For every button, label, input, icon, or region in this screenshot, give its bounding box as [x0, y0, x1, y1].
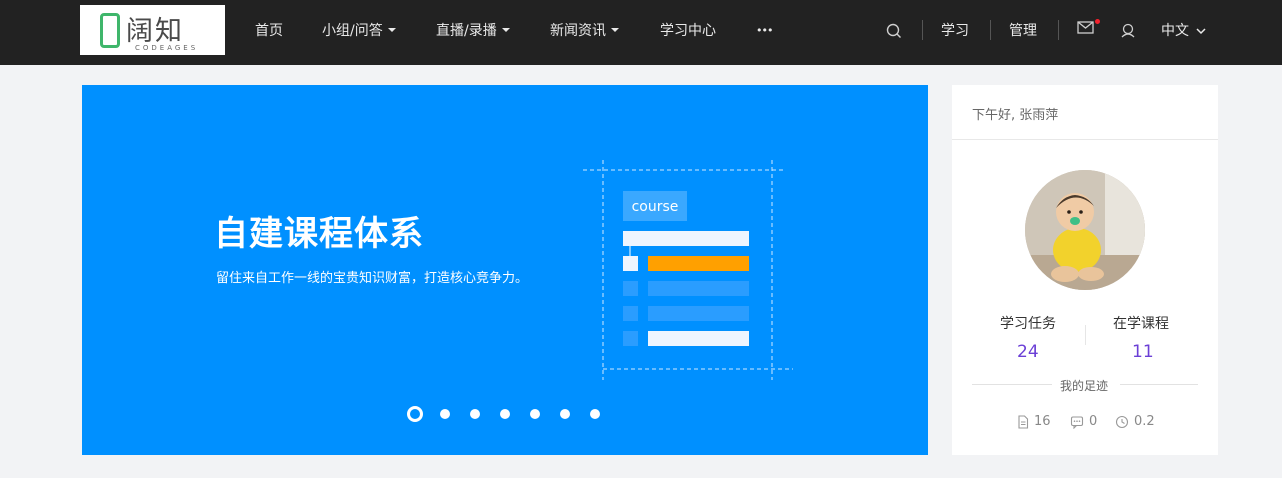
- carousel-dot-6[interactable]: [560, 409, 570, 419]
- site-logo[interactable]: 阔知 CODEAGES: [80, 5, 225, 55]
- carousel-dot-5[interactable]: [530, 409, 540, 419]
- nav-live[interactable]: 直播/录播: [436, 0, 510, 65]
- carousel-dot-4[interactable]: [500, 409, 510, 419]
- nav-home-label: 首页: [255, 23, 283, 39]
- user-card: 下午好, 张雨萍 学习任务 24 在学课程 11 我的足迹 16 0 0.2: [952, 85, 1218, 455]
- comment-icon: [1070, 415, 1084, 429]
- language-label: 中文: [1161, 23, 1189, 39]
- user-icon[interactable]: [1119, 20, 1141, 42]
- nav-learning-center[interactable]: 学习中心: [660, 0, 716, 65]
- footprint-notes-value: 16: [1034, 414, 1051, 429]
- footprint-time-value: 0.2: [1134, 414, 1155, 429]
- footprint-comments[interactable]: 0: [1070, 414, 1097, 429]
- stat-tasks-label: 学习任务: [1000, 316, 1056, 332]
- carousel-dot-7[interactable]: [590, 409, 600, 419]
- caret-down-icon: [501, 28, 510, 32]
- chevron-down-icon: [1196, 28, 1206, 35]
- search-icon[interactable]: [885, 20, 907, 42]
- mail-icon[interactable]: [1076, 19, 1100, 41]
- stat-divider: [1085, 325, 1086, 345]
- nav-study[interactable]: 学习: [941, 0, 969, 65]
- carousel-dot-3[interactable]: [470, 409, 480, 419]
- footprint-line-right: [1120, 384, 1198, 385]
- stat-tasks-value[interactable]: 24: [1017, 342, 1039, 362]
- caret-down-icon: [387, 28, 396, 32]
- carousel-dot-2[interactable]: [440, 409, 450, 419]
- footprint-notes[interactable]: 16: [1017, 414, 1051, 429]
- nav-manage[interactable]: 管理: [1009, 0, 1037, 65]
- nav-more-label: •••: [756, 24, 773, 37]
- nav-news[interactable]: 新闻资讯: [550, 0, 619, 65]
- card-divider: [952, 139, 1218, 140]
- nav-learning-center-label: 学习中心: [660, 23, 716, 39]
- carousel-dots: [407, 405, 607, 423]
- footprint-title: 我的足迹: [1060, 379, 1109, 393]
- nav-news-label: 新闻资讯: [550, 23, 606, 39]
- nav-divider: [990, 20, 991, 40]
- carousel-dot-1[interactable]: [407, 406, 423, 422]
- stat-courses-label: 在学课程: [1113, 316, 1169, 332]
- nav-divider: [922, 20, 923, 40]
- caret-down-icon: [611, 28, 619, 32]
- nav-live-label: 直播/录播: [436, 23, 497, 39]
- notification-dot: [1095, 19, 1100, 24]
- course-illustration: course: [583, 160, 793, 380]
- greeting: 下午好, 张雨萍: [972, 108, 1059, 123]
- clock-icon: [1115, 415, 1129, 428]
- footprint-comments-value: 0: [1089, 414, 1098, 429]
- logo-mark: [100, 13, 120, 48]
- document-icon: [1018, 414, 1029, 429]
- nav-study-label: 学习: [941, 23, 969, 39]
- avatar[interactable]: [1025, 170, 1145, 290]
- footprint-line-left: [972, 384, 1052, 385]
- nav-groups-label: 小组/问答: [322, 23, 383, 39]
- logo-brand: 阔知: [126, 16, 184, 47]
- stat-courses-value[interactable]: 11: [1132, 342, 1154, 362]
- top-navbar: 阔知 CODEAGES 首页 小组/问答 直播/录播 新闻资讯 学习中心 •••…: [0, 0, 1282, 65]
- hero-banner[interactable]: 自建课程体系 留住来自工作一线的宝贵知识财富，打造核心竞争力。 course: [82, 85, 928, 455]
- footprint-time[interactable]: 0.2: [1115, 414, 1155, 429]
- language-select[interactable]: 中文: [1161, 0, 1206, 65]
- logo-subtitle: CODEAGES: [135, 44, 199, 52]
- nav-divider: [1058, 20, 1059, 40]
- nav-manage-label: 管理: [1009, 23, 1037, 39]
- nav-home[interactable]: 首页: [255, 0, 283, 65]
- nav-more[interactable]: •••: [756, 0, 773, 65]
- nav-groups[interactable]: 小组/问答: [322, 0, 396, 65]
- illustration-tag: course: [632, 199, 679, 215]
